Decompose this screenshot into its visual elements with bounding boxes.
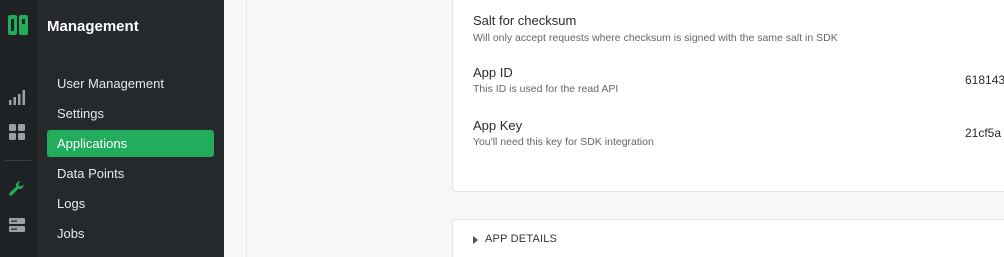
sidebar-item-settings[interactable]: Settings: [47, 100, 214, 127]
salt-description: Will only accept requests where checksum…: [473, 32, 838, 44]
sidebar-item-applications[interactable]: Applications: [47, 130, 214, 157]
salt-label: Salt for checksum: [473, 13, 577, 28]
app-key-description: You'll need this key for SDK integration: [473, 136, 654, 148]
app-id-label: App ID: [473, 65, 513, 80]
dashboard-grid-icon[interactable]: [8, 123, 26, 141]
app-id-value[interactable]: 618143: [965, 73, 1004, 87]
analytics-icon[interactable]: [8, 88, 26, 106]
management-sidebar: Management User Management Settings Appl…: [37, 0, 224, 257]
app-key-value[interactable]: 21cf5a: [965, 126, 1001, 140]
rail-divider: [5, 160, 31, 161]
app-details-label: APP DETAILS: [485, 233, 558, 245]
sidebar-title: Management: [47, 18, 139, 35]
app-key-label: App Key: [473, 118, 523, 133]
sidebar-item-logs[interactable]: Logs: [47, 190, 214, 217]
wrench-icon[interactable]: [8, 180, 26, 198]
icon-rail: [0, 0, 37, 257]
app-logo-icon[interactable]: [7, 14, 29, 36]
app-id-description: This ID is used for the read API: [473, 83, 619, 95]
sidebar-item-data-points[interactable]: Data Points: [47, 160, 214, 187]
sidebar-item-jobs[interactable]: Jobs: [47, 220, 214, 247]
server-icon[interactable]: [8, 216, 26, 234]
app-settings-card: Salt for checksum Will only accept reque…: [452, 0, 1004, 192]
panel-divider: [246, 0, 247, 257]
caret-right-icon: [473, 236, 478, 244]
sidebar-item-user-management[interactable]: User Management: [47, 70, 214, 97]
app-details-toggle[interactable]: APP DETAILS: [452, 219, 1004, 257]
